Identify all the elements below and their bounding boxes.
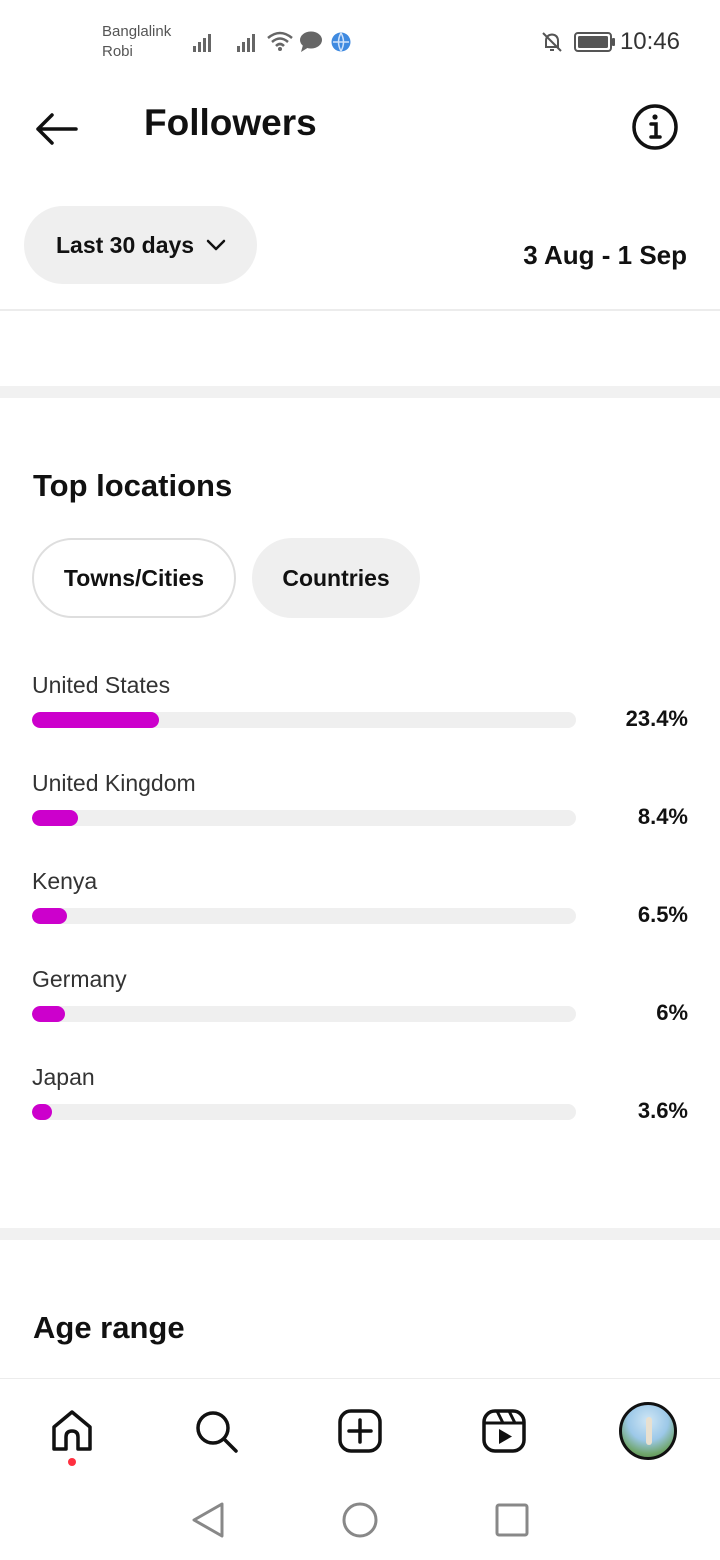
battery-icon (574, 32, 615, 52)
location-name: United Kingdom (32, 770, 196, 796)
message-icon (300, 31, 322, 52)
vpn-icon (331, 32, 351, 52)
tab-countries[interactable]: Countries (252, 538, 420, 618)
nav-reels[interactable] (474, 1401, 534, 1461)
status-bar: Banglalink Robi 10:46 (0, 0, 720, 84)
nav-profile[interactable] (616, 1399, 680, 1463)
recents-square-icon (495, 1503, 529, 1537)
progress-fill (32, 810, 78, 826)
system-navigation-bar (0, 1478, 720, 1560)
location-item-germany: Germany 6% (32, 966, 688, 1036)
search-icon (196, 1411, 238, 1453)
reels-icon (482, 1409, 526, 1453)
nav-home[interactable] (42, 1401, 102, 1461)
location-percent: 23.4% (625, 706, 688, 731)
nav-search[interactable] (186, 1401, 246, 1461)
section-separator-2 (0, 1228, 720, 1240)
progress-fill (32, 712, 160, 728)
info-icon (632, 104, 678, 150)
progress-track (32, 1006, 576, 1022)
location-name: Germany (32, 966, 127, 992)
progress-fill (32, 1006, 65, 1022)
nav-create[interactable] (330, 1401, 390, 1461)
carrier-2: Robi (102, 43, 133, 60)
mute-icon (542, 32, 562, 52)
period-selector[interactable]: Last 30 days (24, 206, 257, 284)
location-item-united-states: United States 23.4% (32, 672, 688, 742)
signal-icon (193, 34, 211, 52)
progress-track (32, 712, 576, 728)
age-range-title: Age range (33, 1310, 185, 1345)
system-back-button[interactable] (186, 1498, 230, 1542)
info-button[interactable] (630, 102, 680, 152)
app-screen: Banglalink Robi 10:46 Followers Last 30 … (0, 0, 720, 1560)
date-range: 3 Aug - 1 Sep (523, 240, 687, 270)
notification-dot (68, 1458, 76, 1466)
home-icon (52, 1410, 92, 1451)
carrier-info: Banglalink Robi (102, 22, 171, 62)
location-percent: 3.6% (637, 1098, 688, 1123)
back-triangle-icon (192, 1502, 224, 1538)
location-name: Japan (32, 1064, 95, 1090)
profile-avatar (619, 1402, 677, 1460)
top-locations-title: Top locations (33, 468, 233, 503)
location-percent: 6.5% (637, 902, 688, 927)
bottom-nav (0, 1378, 720, 1478)
arrow-left-icon (36, 113, 78, 145)
progress-fill (32, 908, 68, 924)
progress-track (32, 810, 576, 826)
app-header: Followers (0, 84, 720, 174)
home-circle-icon (342, 1502, 378, 1538)
chevron-down-icon (206, 238, 226, 252)
location-item-japan: Japan 3.6% (32, 1064, 688, 1134)
wifi-icon (267, 31, 293, 51)
location-percent: 8.4% (637, 804, 688, 829)
carrier-1: Banglalink (102, 23, 172, 40)
location-item-kenya: Kenya 6.5% (32, 868, 688, 938)
location-item-united-kingdom: United Kingdom 8.4% (32, 770, 688, 840)
progress-fill (32, 1104, 52, 1120)
progress-track (32, 908, 576, 924)
page-title: Followers (144, 102, 317, 143)
signal-icon-2 (237, 34, 255, 52)
section-separator (0, 386, 720, 398)
location-name: United States (32, 672, 171, 698)
create-icon (338, 1409, 382, 1453)
system-home-button[interactable] (338, 1498, 382, 1542)
back-button[interactable] (28, 104, 84, 154)
location-name: Kenya (32, 868, 98, 894)
tab-towns-cities[interactable]: Towns/Cities (32, 538, 236, 618)
divider (0, 309, 720, 311)
location-percent: 6% (656, 1000, 688, 1025)
period-label: Last 30 days (56, 231, 195, 258)
progress-track (32, 1104, 576, 1120)
system-recents-button[interactable] (490, 1498, 534, 1542)
clock: 10:46 (619, 28, 680, 55)
